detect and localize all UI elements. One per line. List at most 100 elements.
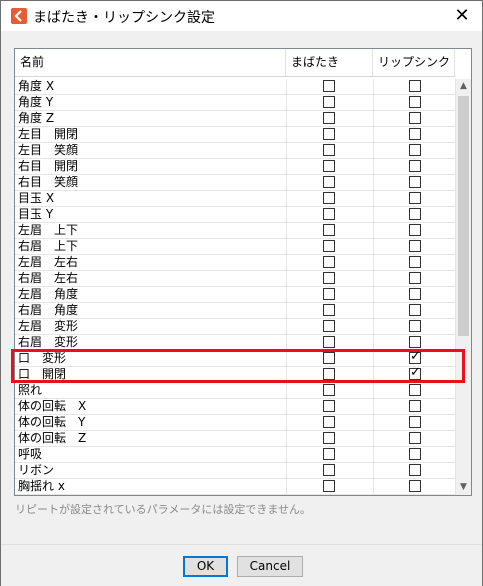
blink-checkbox[interactable]: [323, 272, 335, 284]
table-row[interactable]: 胸揺れ x: [15, 479, 456, 495]
table-row[interactable]: 左目 笑顔: [15, 143, 456, 159]
table-row[interactable]: 左眉 上下: [15, 223, 456, 239]
blink-checkbox[interactable]: [323, 464, 335, 476]
blink-checkbox[interactable]: [323, 80, 335, 92]
lipsync-checkbox[interactable]: [409, 480, 421, 492]
parameter-name: 左眉 上下: [18, 223, 79, 237]
lipsync-checkbox[interactable]: [409, 400, 421, 412]
parameter-name: 左目 開閉: [18, 127, 79, 141]
table-row[interactable]: 右目 笑顔: [15, 175, 456, 191]
blink-checkbox[interactable]: [323, 240, 335, 252]
table-row[interactable]: 右眉 角度: [15, 303, 456, 319]
table-row[interactable]: 右眉 変形: [15, 335, 456, 351]
column-header-name[interactable]: 名前: [15, 49, 286, 76]
table-row[interactable]: 右目 開閉: [15, 159, 456, 175]
parameter-name: 左目 笑顔: [18, 143, 79, 157]
table-row[interactable]: 目玉 X: [15, 191, 456, 207]
table-row[interactable]: 右眉 左右: [15, 271, 456, 287]
lipsync-checkbox[interactable]: [409, 336, 421, 348]
blink-checkbox[interactable]: [323, 352, 335, 364]
blink-checkbox[interactable]: [323, 112, 335, 124]
blink-checkbox[interactable]: [323, 304, 335, 316]
lipsync-checkbox[interactable]: [409, 304, 421, 316]
table-row[interactable]: 体の回転 Z: [15, 431, 456, 447]
column-divider: [286, 159, 287, 175]
blink-checkbox[interactable]: [323, 400, 335, 412]
column-divider: [286, 383, 287, 399]
lipsync-checkbox[interactable]: [409, 176, 421, 188]
blink-checkbox[interactable]: [323, 288, 335, 300]
table-row[interactable]: 口 変形 ✓: [15, 349, 456, 367]
lipsync-checkbox[interactable]: [409, 80, 421, 92]
table-row[interactable]: 左眉 変形: [15, 319, 456, 335]
blink-checkbox[interactable]: [323, 224, 335, 236]
table-row[interactable]: リボン: [15, 463, 456, 479]
lipsync-checkbox[interactable]: [409, 464, 421, 476]
column-divider: [373, 399, 374, 415]
blink-checkbox[interactable]: [323, 384, 335, 396]
blink-checkbox[interactable]: [323, 480, 335, 492]
cancel-button[interactable]: Cancel: [237, 556, 303, 577]
lipsync-checkbox[interactable]: [409, 432, 421, 444]
lipsync-checkbox[interactable]: ✓: [409, 349, 421, 364]
scroll-up-icon[interactable]: ▲: [456, 79, 471, 94]
table-row[interactable]: 左眉 左右: [15, 255, 456, 271]
lipsync-checkbox[interactable]: [409, 96, 421, 108]
close-icon[interactable]: ✕: [451, 5, 473, 27]
lipsync-checkbox[interactable]: [409, 128, 421, 140]
vertical-scrollbar[interactable]: ▲ ▼: [456, 79, 471, 495]
scroll-thumb[interactable]: [458, 96, 469, 336]
column-divider: [286, 415, 287, 431]
blink-checkbox[interactable]: [323, 192, 335, 204]
table-row[interactable]: 角度 Z: [15, 111, 456, 127]
table-row[interactable]: 左目 開閉: [15, 127, 456, 143]
lipsync-checkbox[interactable]: [409, 240, 421, 252]
table-row[interactable]: 口 開閉 ✓: [15, 365, 456, 383]
blink-checkbox[interactable]: [323, 320, 335, 332]
table-row[interactable]: 呼吸: [15, 447, 456, 463]
blink-checkbox[interactable]: [323, 96, 335, 108]
lipsync-checkbox[interactable]: [409, 160, 421, 172]
lipsync-checkbox[interactable]: [409, 416, 421, 428]
table-row[interactable]: 角度 Y: [15, 95, 456, 111]
lipsync-checkbox[interactable]: [409, 192, 421, 204]
window-title: まばたき・リップシンク設定: [33, 10, 215, 26]
parameter-name: 口 開閉: [18, 367, 67, 381]
blink-checkbox[interactable]: [323, 368, 335, 380]
lipsync-checkbox[interactable]: [409, 224, 421, 236]
lipsync-checkbox[interactable]: [409, 144, 421, 156]
blink-checkbox[interactable]: [323, 416, 335, 428]
lipsync-checkbox[interactable]: [409, 272, 421, 284]
table-row[interactable]: 角度 X: [15, 79, 456, 95]
blink-checkbox[interactable]: [323, 128, 335, 140]
blink-checkbox[interactable]: [323, 144, 335, 156]
lipsync-checkbox[interactable]: [409, 256, 421, 268]
blink-checkbox[interactable]: [323, 256, 335, 268]
table-row[interactable]: 照れ: [15, 383, 456, 399]
table-row[interactable]: 右眉 上下: [15, 239, 456, 255]
lipsync-checkbox[interactable]: [409, 208, 421, 220]
parameter-name: 胸揺れ x: [18, 479, 65, 493]
ok-button[interactable]: OK: [183, 556, 228, 577]
table-row[interactable]: 左眉 角度: [15, 287, 456, 303]
lipsync-checkbox[interactable]: [409, 448, 421, 460]
lipsync-checkbox[interactable]: [409, 320, 421, 332]
table-row[interactable]: 体の回転 X: [15, 399, 456, 415]
blink-checkbox[interactable]: [323, 160, 335, 172]
lipsync-checkbox[interactable]: ✓: [409, 365, 421, 380]
lipsync-checkbox[interactable]: [409, 384, 421, 396]
lipsync-checkbox[interactable]: [409, 112, 421, 124]
table-row[interactable]: 体の回転 Y: [15, 415, 456, 431]
table-row[interactable]: 目玉 Y: [15, 207, 456, 223]
blink-checkbox[interactable]: [323, 336, 335, 348]
column-header-blink[interactable]: まばたき: [286, 49, 373, 76]
blink-checkbox[interactable]: [323, 208, 335, 220]
column-divider: [373, 271, 374, 287]
parameter-name: 左眉 左右: [18, 255, 79, 269]
lipsync-checkbox[interactable]: [409, 288, 421, 300]
blink-checkbox[interactable]: [323, 432, 335, 444]
blink-checkbox[interactable]: [323, 448, 335, 460]
column-header-lipsync[interactable]: リップシンク: [373, 49, 455, 76]
scroll-down-icon[interactable]: ▼: [456, 480, 471, 495]
blink-checkbox[interactable]: [323, 176, 335, 188]
